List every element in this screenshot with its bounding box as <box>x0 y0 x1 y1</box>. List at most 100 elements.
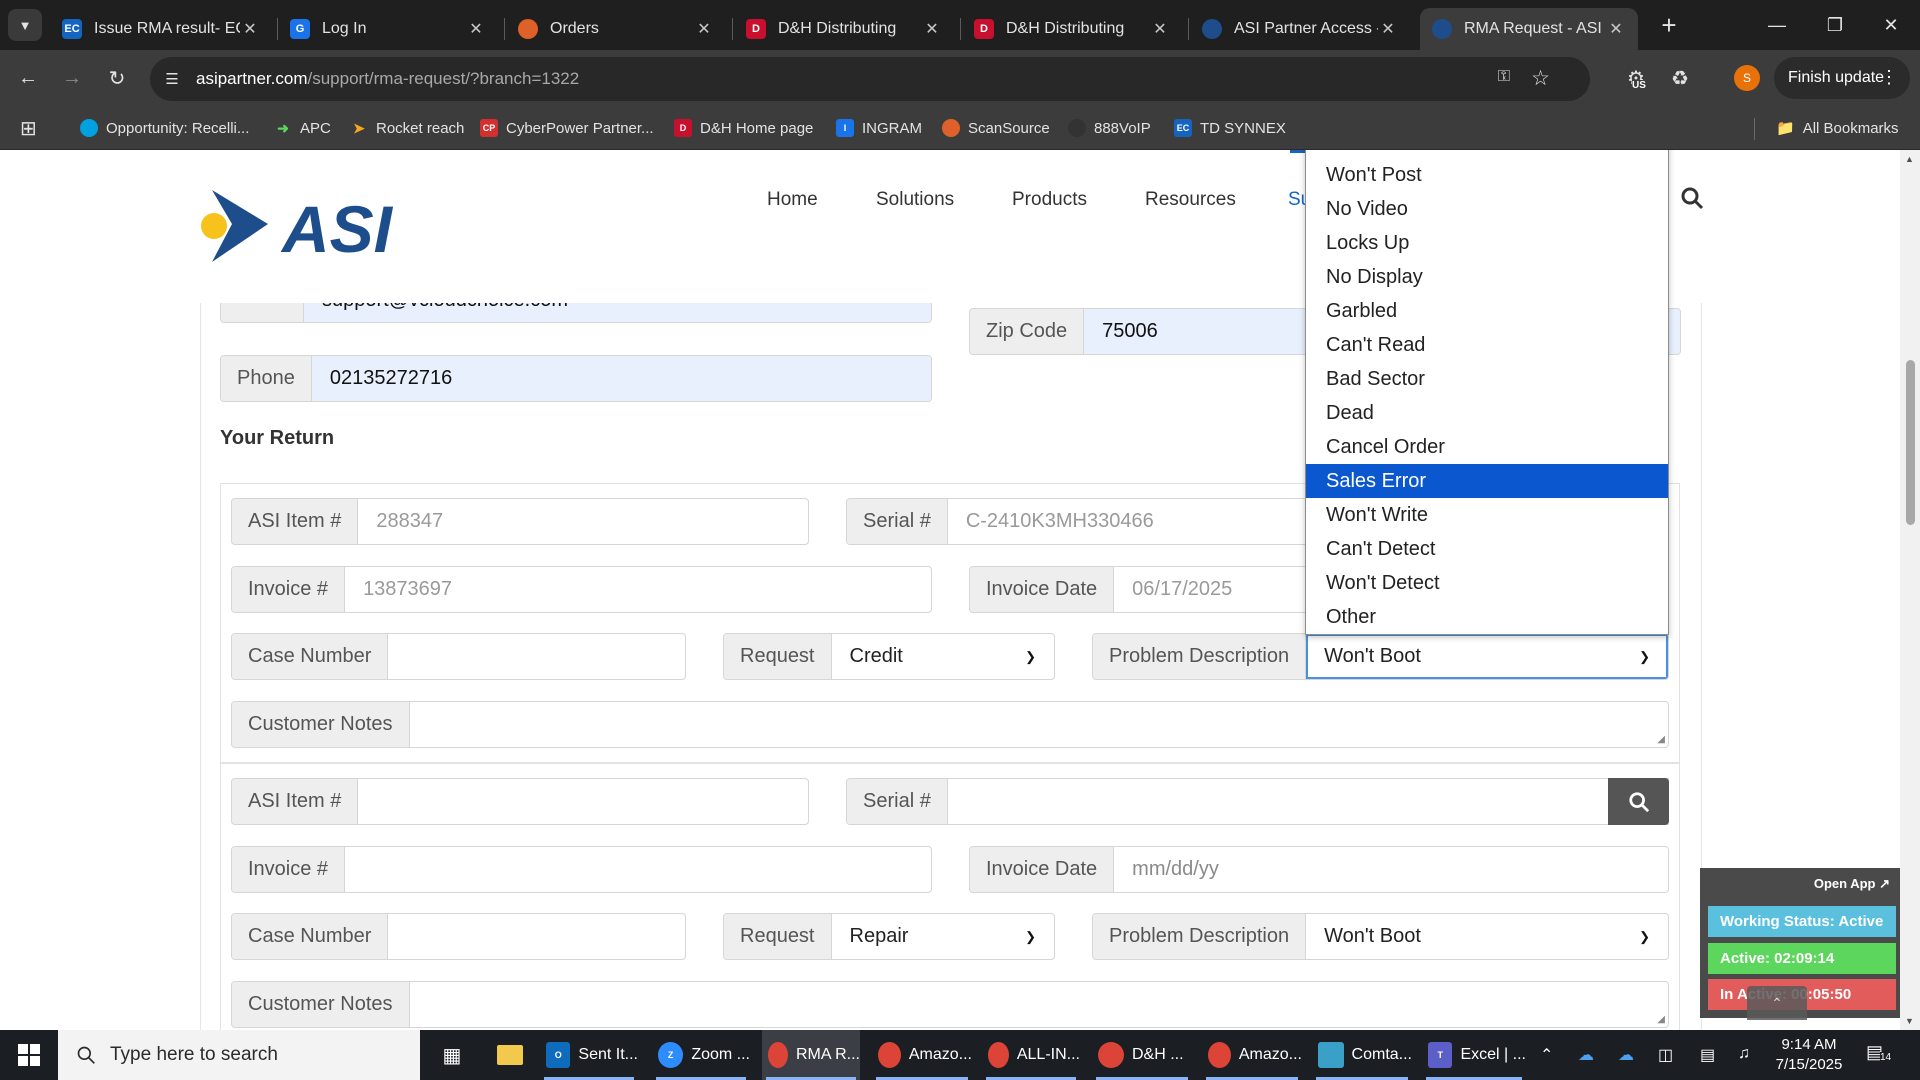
reload-icon[interactable]: ↻ <box>101 62 133 94</box>
dropdown-option[interactable]: Locks Up <box>1306 226 1668 260</box>
close-icon[interactable]: ✕ <box>1150 19 1170 39</box>
dropdown-option[interactable]: Garbled <box>1306 294 1668 328</box>
dropdown-option[interactable]: Won't Detect <box>1306 566 1668 600</box>
asi-item-field[interactable]: ASI Item # 288347 <box>231 498 809 545</box>
apps-grid-icon[interactable]: ⊞ <box>20 116 37 140</box>
problem-description-field[interactable]: Problem Description Won't Boot ❯ <box>1092 633 1669 680</box>
task-zoom[interactable]: Z Zoom ... <box>652 1030 750 1080</box>
task-chrome-dh[interactable]: D&H ... <box>1092 1030 1192 1080</box>
case-number-field[interactable]: Case Number <box>231 633 686 680</box>
nav-home[interactable]: Home <box>767 189 818 211</box>
dropdown-option[interactable]: Cancel Order <box>1306 430 1668 464</box>
dropdown-option[interactable]: Won't Write <box>1306 498 1668 532</box>
serial-field[interactable]: Serial # <box>846 778 1669 825</box>
close-icon[interactable]: ✕ <box>1378 19 1398 39</box>
chevron-up-icon[interactable]: ⌃ <box>1540 1045 1553 1065</box>
invoice-field[interactable]: Invoice # 13873697 <box>231 566 932 613</box>
task-view-icon[interactable]: ▦ <box>432 1030 472 1080</box>
case-number-input[interactable] <box>388 914 685 959</box>
bookmark-cyberpower[interactable]: CP CyberPower Partner... <box>480 116 654 140</box>
task-outlook[interactable]: O Sent It... <box>540 1030 638 1080</box>
notifications-button[interactable]: ▤ 14 <box>1866 1042 1892 1063</box>
asi-logo[interactable]: ASI <box>198 188 438 273</box>
asi-item-input[interactable] <box>358 779 808 824</box>
file-explorer-icon[interactable] <box>490 1030 530 1080</box>
customer-notes-field[interactable]: Customer Notes ◢ <box>231 981 1669 1028</box>
site-info-icon[interactable]: ☰ <box>160 67 184 91</box>
windows-start-button[interactable] <box>0 1030 58 1080</box>
invoice-input[interactable]: 13873697 <box>345 567 931 612</box>
dropdown-option[interactable]: Can't Read <box>1306 328 1668 362</box>
nav-products[interactable]: Products <box>1012 189 1087 211</box>
tab-dh-2[interactable]: D D&H Distributing ✕ <box>962 8 1182 50</box>
close-icon[interactable]: ✕ <box>694 19 714 39</box>
dropdown-option[interactable]: Dead <box>1306 396 1668 430</box>
bookmark-star-icon[interactable]: ☆ <box>1531 66 1550 91</box>
close-icon[interactable]: ✕ <box>1606 19 1626 39</box>
scroll-down-icon[interactable]: ▼ <box>1905 1016 1914 1026</box>
customer-notes-field[interactable]: Customer Notes ◢ <box>231 701 1669 748</box>
new-tab-button[interactable]: + <box>1640 0 1698 50</box>
bookmark-td-synnex[interactable]: EC TD SYNNEX <box>1174 116 1286 140</box>
bookmark-opportunity[interactable]: Opportunity: Recelli... <box>80 116 249 140</box>
scrollbar-thumb[interactable] <box>1906 360 1915 525</box>
invoice-date-field[interactable]: Invoice Date mm/dd/yy <box>969 846 1669 893</box>
tab-log-in[interactable]: G Log In ✕ <box>278 8 498 50</box>
tab-orders[interactable]: Orders ✕ <box>506 8 726 50</box>
page-scrollbar[interactable]: ▲ ▼ <box>1900 150 1920 1030</box>
onedrive-icon[interactable]: ☁ <box>1578 1045 1594 1065</box>
request-field[interactable]: Request Repair ❯ <box>723 913 1055 960</box>
tab-search-button[interactable]: ▼ <box>8 9 42 41</box>
invoice-field[interactable]: Invoice # <box>231 846 932 893</box>
dropdown-option[interactable]: No Video <box>1306 192 1668 226</box>
task-chrome-amazon-2[interactable]: Amazo... <box>1202 1030 1302 1080</box>
dropdown-option[interactable]: Won't Boot <box>1306 150 1668 158</box>
close-icon[interactable]: ✕ <box>466 19 486 39</box>
close-icon[interactable]: ✕ <box>922 19 942 39</box>
search-icon[interactable] <box>1680 186 1708 214</box>
minimize-button[interactable]: — <box>1748 0 1806 50</box>
scroll-up-icon[interactable]: ▲ <box>1905 154 1914 164</box>
back-icon[interactable]: ← <box>12 62 44 94</box>
forward-icon[interactable]: → <box>56 62 88 94</box>
battery-icon[interactable]: ◫ <box>1658 1045 1673 1065</box>
volume-icon[interactable]: ♫ <box>1738 1045 1750 1063</box>
serial-input[interactable] <box>948 779 1668 824</box>
bookmark-dh-home[interactable]: D D&H Home page <box>674 116 813 140</box>
request-select[interactable]: Repair ❯ <box>832 914 1055 959</box>
case-number-field[interactable]: Case Number <box>231 913 686 960</box>
dropdown-option[interactable]: Bad Sector <box>1306 362 1668 396</box>
taskbar-search-box[interactable]: Type here to search <box>58 1030 420 1080</box>
customer-notes-input[interactable]: ◢ <box>410 702 1669 747</box>
close-window-button[interactable]: ✕ <box>1862 0 1920 50</box>
tab-asi-partner[interactable]: ASI Partner Access - ✕ <box>1190 8 1410 50</box>
asi-item-input[interactable]: 288347 <box>358 499 808 544</box>
more-menu-icon[interactable]: ⋮ <box>1880 67 1898 88</box>
open-app-link[interactable]: Open App ↗ <box>1814 876 1890 892</box>
dropdown-option[interactable]: Sales Error <box>1306 464 1668 498</box>
nav-solutions[interactable]: Solutions <box>876 189 954 211</box>
phone-field[interactable]: Phone 02135272716 <box>220 355 932 402</box>
phone-input[interactable]: 02135272716 <box>311 356 931 401</box>
dropdown-option[interactable]: Won't Post <box>1306 158 1668 192</box>
url-text[interactable]: asipartner.com/support/rma-request/?bran… <box>196 69 579 89</box>
dropdown-option[interactable]: Can't Detect <box>1306 532 1668 566</box>
task-chrome-rma[interactable]: RMA R... <box>762 1030 860 1080</box>
scroll-to-top-button[interactable]: ⌃ <box>1747 986 1807 1020</box>
request-field[interactable]: Request Credit ❯ <box>723 633 1055 680</box>
task-comtacts[interactable]: Comta... <box>1312 1030 1412 1080</box>
customer-notes-input[interactable]: ◢ <box>410 982 1669 1027</box>
nav-resources[interactable]: Resources <box>1145 189 1236 211</box>
extensions-puzzle-icon[interactable]: ♻ <box>1664 62 1696 94</box>
bookmark-scansource[interactable]: ScanSource <box>942 116 1050 140</box>
request-select[interactable]: Credit ❯ <box>832 634 1055 679</box>
task-chrome-amazon[interactable]: Amazo... <box>872 1030 972 1080</box>
case-number-input[interactable] <box>388 634 685 679</box>
resize-grip-icon[interactable]: ◢ <box>1657 734 1665 745</box>
bookmark-apc[interactable]: ➜ APC <box>274 116 331 140</box>
finish-update-button[interactable]: Finish update ⋮ <box>1774 57 1910 99</box>
bookmark-rocket-reach[interactable]: ➤ Rocket reach <box>350 116 464 140</box>
onedrive-icon[interactable]: ☁ <box>1618 1045 1634 1065</box>
profile-avatar[interactable]: S <box>1734 65 1760 91</box>
problem-description-select[interactable]: Won't Boot ❯ <box>1306 634 1668 679</box>
